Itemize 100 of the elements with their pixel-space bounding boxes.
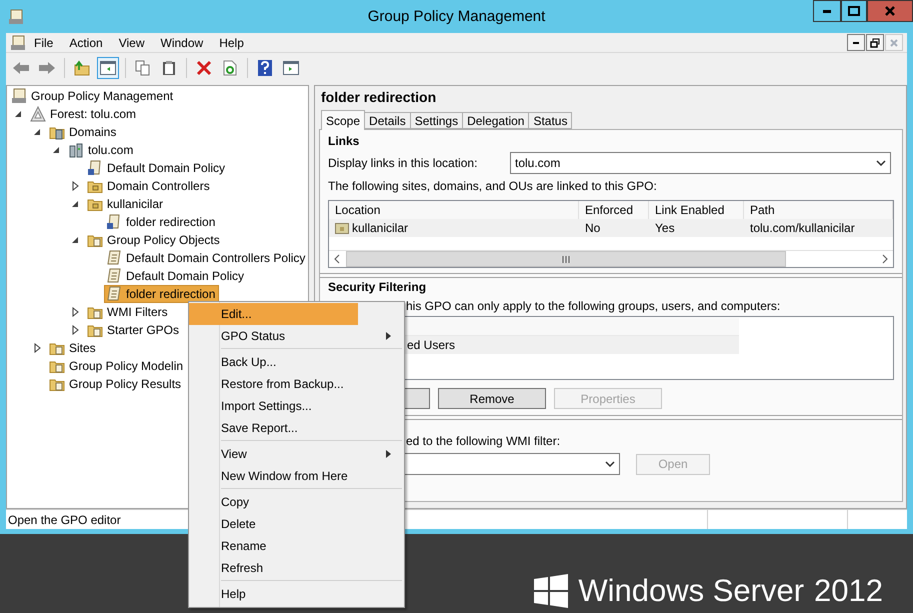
tree-item[interactable]: Sites: [47, 339, 100, 357]
triangle-icon: [30, 106, 46, 122]
tree-item[interactable]: Group Policy Management: [9, 87, 178, 105]
collapse-arrow-icon[interactable]: [70, 235, 80, 245]
tree-item[interactable]: Domains: [47, 123, 120, 141]
tree-item[interactable]: kullanicilar: [85, 195, 168, 213]
menu-item[interactable]: Refresh: [189, 557, 402, 579]
menu-item[interactable]: Delete: [189, 513, 402, 535]
folder-up-icon[interactable]: [74, 60, 90, 76]
field-label: Display links in this location:: [328, 156, 478, 170]
close-icon: [890, 38, 898, 46]
menu-item[interactable]: Back Up...: [189, 351, 402, 373]
minimize-button[interactable]: [813, 0, 841, 22]
server-icon: [68, 142, 84, 158]
table-cell: Yes: [649, 219, 744, 237]
menu-item[interactable]: Edit...: [189, 303, 358, 325]
tab[interactable]: Status: [528, 112, 572, 129]
menu-item[interactable]: GPO Status: [189, 325, 402, 347]
tab[interactable]: Details: [364, 112, 411, 129]
refresh-icon[interactable]: [222, 60, 238, 76]
restore-button[interactable]: [866, 34, 884, 51]
brand-version: 2012: [814, 573, 883, 609]
tree-item[interactable]: tolu.com: [66, 141, 138, 159]
close-button[interactable]: [867, 0, 913, 22]
menu-item[interactable]: View: [189, 443, 402, 465]
tree-item[interactable]: Forest: tolu.com: [28, 105, 140, 123]
scrollbar[interactable]: [329, 250, 893, 267]
maximize-button[interactable]: [841, 0, 867, 22]
expand-arrow-icon[interactable]: [32, 343, 42, 353]
minimize-button[interactable]: [847, 34, 865, 51]
expand-arrow-icon[interactable]: [70, 181, 80, 191]
delete-icon[interactable]: [196, 60, 212, 76]
tree-item[interactable]: Default Domain Policy: [104, 267, 248, 285]
tree-item[interactable]: Default Domain Policy: [85, 159, 230, 177]
minimize-icon: [823, 10, 831, 12]
minimize-icon: [853, 42, 859, 44]
menu-item[interactable]: Help: [189, 583, 402, 605]
remove-button[interactable]: Remove: [438, 388, 546, 409]
tree-item[interactable]: Domain Controllers: [85, 177, 214, 195]
status-text: Open the GPO editor: [7, 512, 122, 529]
console-icon: [8, 8, 24, 24]
collapse-arrow-icon[interactable]: [70, 199, 80, 209]
scroll-icon: [106, 286, 122, 302]
menu-item[interactable]: Window: [152, 36, 212, 50]
menu-item[interactable]: Save Report...: [189, 417, 402, 439]
pane-title: folder redirection: [320, 89, 438, 107]
table-cell: No: [579, 219, 649, 237]
location-dropdown[interactable]: tolu.com: [510, 152, 891, 174]
scroll-shortcut-icon: [106, 214, 122, 230]
scroll-icon: [106, 268, 122, 284]
chevron-down-icon: [605, 461, 615, 467]
expand-arrow-icon[interactable]: [70, 325, 80, 335]
tree-item[interactable]: Group Policy Modelin: [47, 357, 188, 375]
pane-toggle-icon[interactable]: [100, 61, 116, 75]
brand-name: Windows Server: [578, 573, 804, 609]
tree-item[interactable]: Starter GPOs: [85, 321, 184, 339]
menu-item[interactable]: Help: [211, 36, 252, 50]
menu-item[interactable]: File: [26, 36, 62, 50]
expand-arrow-icon[interactable]: [70, 307, 80, 317]
back-arrow-icon[interactable]: [12, 61, 30, 75]
folder-icon: [335, 222, 349, 234]
tree-item[interactable]: folder redirection: [104, 285, 220, 303]
menu-item[interactable]: Action: [61, 36, 111, 50]
help-icon[interactable]: [257, 60, 273, 76]
column-header[interactable]: Link Enabled: [649, 201, 744, 219]
collapse-arrow-icon[interactable]: [32, 127, 42, 137]
restore-icon: [870, 38, 880, 48]
tab[interactable]: Settings: [410, 112, 464, 129]
menu-item[interactable]: View: [110, 36, 152, 50]
menu-item[interactable]: Copy: [189, 491, 402, 513]
collapse-arrow-icon[interactable]: [51, 145, 61, 155]
tree-item[interactable]: Group Policy Objects: [85, 231, 224, 249]
pane-toggle-icon[interactable]: [283, 61, 299, 75]
caption-text: ed to the following WMI filter:: [405, 434, 560, 448]
column-header[interactable]: Path: [744, 201, 893, 219]
menu-item[interactable]: Restore from Backup...: [189, 373, 402, 395]
tree-item[interactable]: Group Policy Results: [47, 375, 186, 393]
caption-text: The following sites, domains, and OUs are linked to this GPO:: [328, 179, 657, 193]
tree-item[interactable]: WMI Filters: [85, 303, 172, 321]
maximize-icon: [848, 6, 860, 16]
tree-item[interactable]: Default Domain Controllers Policy: [104, 249, 308, 267]
clipboard-icon[interactable]: [161, 60, 177, 76]
windows-logo-icon: [534, 574, 568, 608]
menu-item[interactable]: New Window from Here: [189, 465, 402, 487]
tree-item[interactable]: folder redirection: [104, 213, 220, 231]
forward-arrow-icon[interactable]: [38, 61, 56, 75]
table-cell: kullanicilar: [329, 219, 579, 237]
caption-text: his GPO can only apply to the following groups, users, and computers:: [405, 299, 780, 313]
close-icon: [885, 6, 895, 16]
chevron-down-icon: [876, 160, 886, 166]
column-header[interactable]: Enforced: [579, 201, 649, 219]
menu-item[interactable]: Import Settings...: [189, 395, 402, 417]
collapse-arrow-icon[interactable]: [13, 109, 23, 119]
menu-item[interactable]: Rename: [189, 535, 402, 557]
tab[interactable]: Scope: [321, 110, 366, 130]
window-title: Group Policy Management: [368, 8, 546, 25]
tab[interactable]: Delegation: [462, 112, 530, 129]
copy-icon[interactable]: [135, 60, 151, 76]
scroll-icon: [106, 250, 122, 266]
column-header[interactable]: Location: [329, 201, 579, 219]
